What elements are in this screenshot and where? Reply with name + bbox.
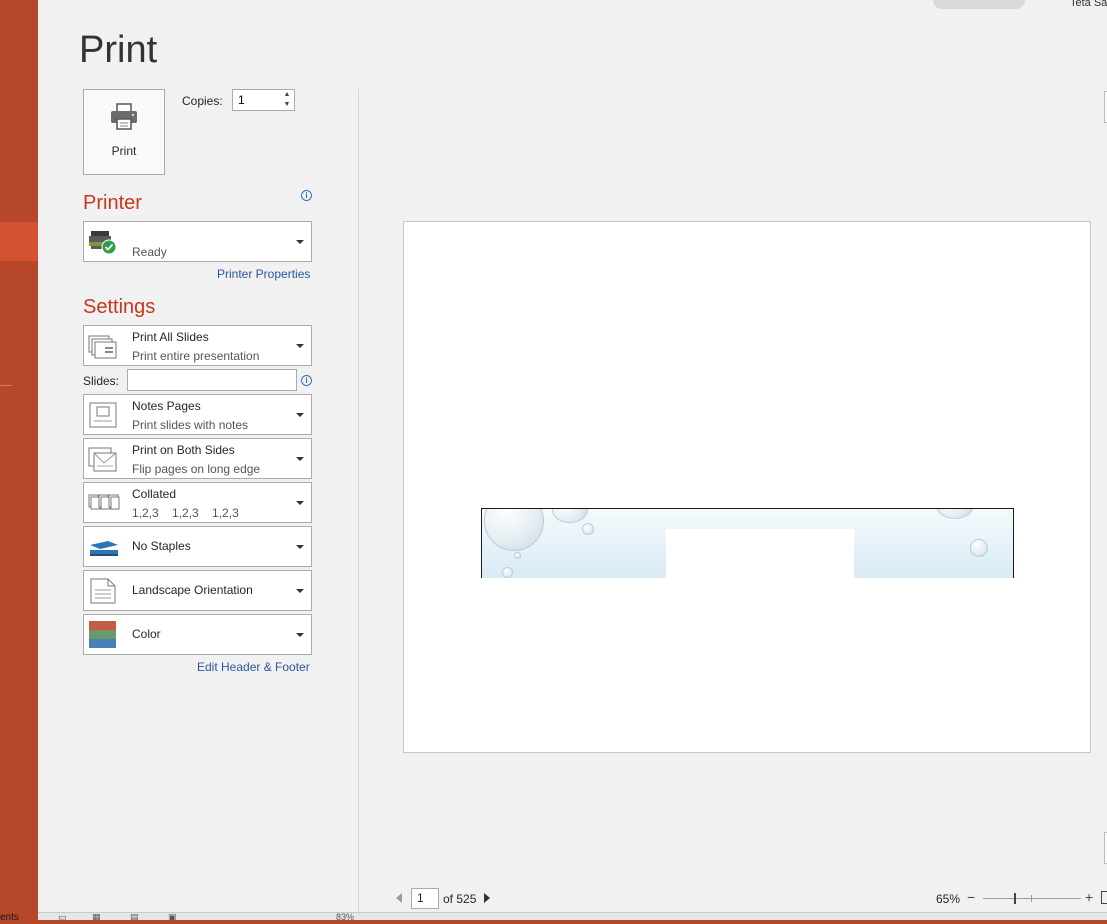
- staples-title: No Staples: [132, 539, 191, 553]
- staples-dropdown[interactable]: No Staples: [83, 526, 312, 567]
- printer-dropdown[interactable]: Ready: [83, 221, 312, 262]
- user-name[interactable]: Teta Sa: [1070, 0, 1107, 9]
- edit-header-footer-link[interactable]: Edit Header & Footer: [197, 660, 310, 674]
- print-button[interactable]: Print: [83, 89, 165, 175]
- collation-title: Collated: [132, 487, 177, 501]
- bubble-decoration: [484, 509, 544, 551]
- printer-status: Ready: [132, 245, 167, 259]
- color-dropdown[interactable]: Color: [83, 614, 312, 655]
- page-count: of 525: [443, 892, 477, 906]
- layout-subtitle: Print slides with notes: [132, 418, 249, 432]
- copies-down-arrow-icon[interactable]: ▼: [280, 100, 294, 110]
- printer-properties-link[interactable]: Printer Properties: [217, 267, 310, 281]
- copies-stepper: ▲ ▼: [232, 89, 295, 111]
- stapler-icon: [88, 533, 118, 563]
- print-range-title: Print All Slides: [132, 330, 209, 344]
- slides-stack-icon: [88, 332, 118, 362]
- previous-page-icon[interactable]: [396, 893, 402, 903]
- copies-input[interactable]: [233, 90, 281, 110]
- slides-input[interactable]: [127, 369, 297, 391]
- bubble-decoration: [582, 523, 594, 535]
- print-preview-page: [403, 221, 1091, 753]
- printer-ready-icon: [88, 229, 118, 259]
- chevron-down-icon: [296, 413, 304, 417]
- layout-dropdown[interactable]: Notes Pages Print slides with notes: [83, 394, 312, 435]
- duplex-title: Print on Both Sides: [132, 443, 235, 457]
- bubble-decoration: [552, 509, 588, 523]
- zoom-in-icon[interactable]: +: [1085, 889, 1093, 905]
- color-title: Color: [132, 627, 161, 641]
- printer-icon: [109, 102, 139, 137]
- print-button-label: Print: [111, 144, 137, 158]
- collated-icon: [88, 489, 120, 519]
- orientation-title: Landscape Orientation: [132, 583, 253, 597]
- bubble-decoration: [502, 567, 513, 578]
- duplex-dropdown[interactable]: Print on Both Sides Flip pages on long e…: [83, 438, 312, 479]
- page-title: Print: [79, 29, 158, 71]
- backstage-divider: [0, 385, 12, 386]
- zoom-slider-thumb[interactable]: [1014, 893, 1016, 904]
- layout-title: Notes Pages: [132, 399, 201, 413]
- copies-up-arrow-icon[interactable]: ▲: [280, 90, 294, 100]
- color-icon: [88, 621, 118, 651]
- bubble-decoration: [970, 539, 988, 557]
- slide-preview: [481, 508, 1014, 578]
- status-accent-bar: [38, 920, 1107, 924]
- settings-section-title: Settings: [83, 296, 156, 318]
- slide-content-area: [666, 529, 854, 578]
- zoom-out-icon[interactable]: −: [967, 889, 975, 905]
- zoom-level[interactable]: 65%: [936, 892, 960, 906]
- chevron-down-icon: [296, 240, 304, 244]
- zoom-slider-tick: [1031, 895, 1032, 902]
- slides-label: Slides:: [83, 374, 120, 388]
- collation-dropdown[interactable]: Collated 1,2,3 1,2,3 1,2,3: [83, 482, 312, 523]
- print-range-subtitle: Print entire presentation: [132, 349, 260, 363]
- duplex-subtitle: Flip pages on long edge: [132, 462, 261, 476]
- account-shape: [933, 0, 1025, 9]
- next-page-icon[interactable]: [484, 893, 490, 903]
- collation-subtitle: 1,2,3 1,2,3 1,2,3: [132, 506, 239, 520]
- chevron-down-icon: [296, 457, 304, 461]
- chevron-down-icon: [296, 545, 304, 549]
- printer-section-title: Printer: [83, 192, 142, 214]
- zoom-slider-track[interactable]: [983, 898, 1081, 899]
- bubble-decoration: [514, 552, 521, 559]
- printer-info-icon[interactable]: i: [301, 190, 312, 201]
- copies-label: Copies:: [182, 94, 223, 108]
- duplex-icon: [88, 445, 118, 475]
- backstage-strip-text: ents: [0, 912, 19, 923]
- chevron-down-icon: [296, 344, 304, 348]
- notes-page-icon: [88, 401, 118, 431]
- page-number-input[interactable]: 1: [411, 888, 439, 909]
- backstage-nav-strip: [0, 0, 38, 924]
- print-range-dropdown[interactable]: Print All Slides Print entire presentati…: [83, 325, 312, 366]
- slides-info-icon[interactable]: i: [301, 375, 312, 386]
- chevron-down-icon: [296, 633, 304, 637]
- chevron-down-icon: [296, 501, 304, 505]
- landscape-icon: [88, 577, 118, 607]
- bubble-decoration: [936, 509, 974, 519]
- backstage-active-item[interactable]: [0, 222, 38, 261]
- chevron-down-icon: [296, 589, 304, 593]
- orientation-dropdown[interactable]: Landscape Orientation: [83, 570, 312, 611]
- fit-to-window-icon[interactable]: [1101, 891, 1107, 904]
- pane-divider: [358, 89, 359, 924]
